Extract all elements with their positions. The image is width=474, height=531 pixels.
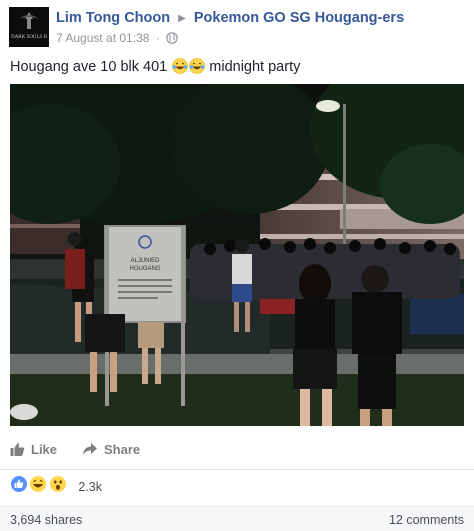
share-button[interactable]: Share [82, 442, 140, 460]
post-photo[interactable]: ALJUNIED HOUGANG [10, 84, 464, 426]
post-text-after: midnight party [209, 59, 301, 75]
post-footer: 3,694 shares 12 comments [0, 506, 474, 531]
share-arrow-icon [82, 442, 98, 460]
share-label: Share [104, 442, 141, 457]
laughing-tears-emoji [172, 58, 189, 78]
shares-count[interactable]: 3,694 shares [10, 513, 82, 527]
post-timestamp[interactable]: 7 August at 01:38 [56, 31, 149, 45]
post-text-main: Hougang ave 10 blk 401 [10, 59, 168, 75]
reactions-summary[interactable]: 2.3k [10, 475, 102, 495]
laughing-tears-emoji [189, 58, 206, 78]
author-line: Lim Tong Choon ▶ Pokemon GO SG Hougang-e… [56, 10, 404, 26]
thumbs-up-icon [10, 442, 25, 460]
like-label: Like [31, 442, 58, 457]
sign-text-line-2: HOUGANG [129, 266, 160, 272]
post-header: DARK SOULS II Lim Tong Choon ▶ Pokemon G… [9, 7, 465, 47]
author-avatar[interactable]: DARK SOULS II [9, 7, 49, 47]
reaction-count: 2.3k [78, 479, 102, 494]
comments-count[interactable]: 12 comments [389, 513, 464, 527]
author-name[interactable]: Lim Tong Choon [56, 10, 170, 26]
wow-reaction-icon [48, 475, 67, 498]
sign-text-line-1: ALJUNIED [130, 258, 160, 264]
post-text: Hougang ave 10 blk 401 midnight party [10, 58, 300, 78]
haha-reaction-icon [29, 475, 48, 498]
avatar-title: DARK SOULS II [11, 35, 47, 40]
separator-dot: · [155, 31, 160, 45]
like-button[interactable]: Like [10, 442, 57, 460]
feed-post: DARK SOULS II Lim Tong Choon ▶ Pokemon G… [0, 0, 474, 531]
group-name[interactable]: Pokemon GO SG Hougang-ers [194, 10, 404, 26]
post-actions: Like Share [0, 433, 474, 470]
triangle-right-icon: ▶ [178, 13, 186, 24]
like-reaction-icon [10, 475, 28, 498]
post-meta: 7 August at 01:38 · [56, 31, 178, 47]
globe-icon [166, 32, 178, 47]
